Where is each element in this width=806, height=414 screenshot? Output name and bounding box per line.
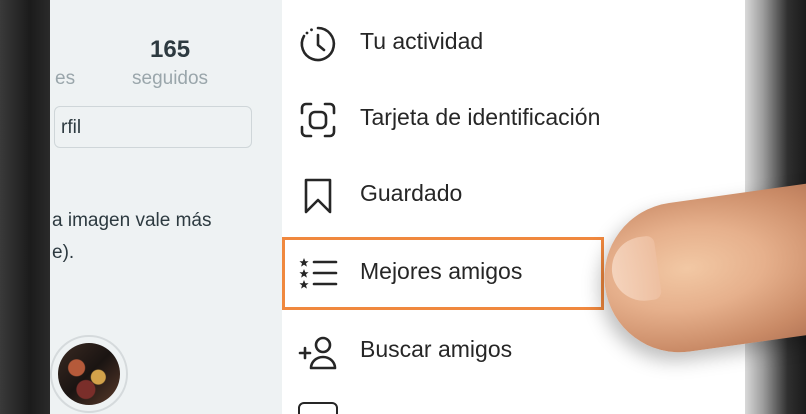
edit-profile-button[interactable]: rfil — [54, 106, 252, 148]
highlight-outline — [282, 237, 604, 310]
menu-item-partial[interactable] — [298, 402, 338, 414]
bio-text-line1: a imagen vale más — [52, 210, 212, 231]
following-label: seguidos — [132, 68, 209, 89]
activity-clock-icon — [300, 26, 336, 62]
menu-item-label: Tu actividad — [360, 28, 484, 54]
story-highlight-image — [58, 343, 120, 405]
phone-bezel-left — [0, 0, 50, 414]
menu-item-label: Tarjeta de identificación — [360, 104, 601, 130]
menu-item-label: Guardado — [360, 180, 463, 206]
menu-item-your-activity[interactable]: Tu actividad — [282, 12, 745, 72]
following-count: 165 — [150, 36, 191, 63]
menu-item-label: Buscar amigos — [360, 336, 513, 362]
add-person-icon — [298, 336, 337, 370]
bookmark-icon — [304, 178, 332, 214]
profile-panel-dimmed[interactable]: 165 es seguidos rfil a imagen vale más e… — [50, 0, 282, 414]
followers-label: es — [55, 68, 76, 89]
edit-profile-button-label: rfil — [61, 117, 82, 138]
menu-item-nametag[interactable]: Tarjeta de identificación — [282, 88, 745, 148]
phone-screen: 165 es seguidos rfil a imagen vale más e… — [50, 0, 745, 414]
bio-text-line2: e). — [52, 242, 75, 263]
nametag-scan-icon — [300, 102, 336, 138]
story-highlight[interactable] — [50, 335, 128, 413]
